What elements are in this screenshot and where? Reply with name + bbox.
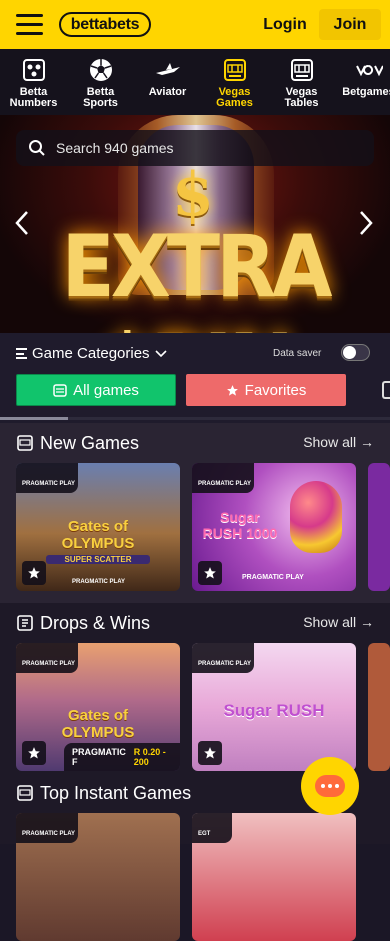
soccer-ball-icon	[87, 57, 115, 83]
search-icon	[29, 140, 45, 156]
provider-footer: PRAGMATIC PLAY	[72, 579, 126, 585]
show-all-link[interactable]: Show all →	[303, 434, 374, 450]
provider-footer: PRAGMATIC PLAY	[242, 574, 304, 581]
more-categories-icon[interactable]	[382, 381, 390, 399]
game-subtitle: SUPER SCATTER	[46, 555, 150, 564]
category-nav: Betta Numbers Betta Sports Aviator Vegas…	[0, 49, 390, 115]
favorite-star-icon[interactable]	[22, 561, 46, 585]
game-card[interactable]: PRAGMATIC PLAY Sugar RUSH	[192, 643, 356, 771]
provider-badge: PRAGMATIC PLAY	[16, 643, 78, 673]
nav-label: Betgames	[342, 86, 390, 98]
chevron-right-icon[interactable]	[358, 210, 374, 236]
game-title: Gates of OLYMPUS	[61, 518, 135, 552]
provider-badge: EGT	[192, 813, 232, 843]
section-title: New Games	[40, 432, 140, 453]
arrow-right-icon: →	[360, 434, 374, 450]
game-card[interactable]: PRAGMATIC PLAY Sugar RUSH 1000 PRAGMATIC…	[192, 463, 356, 591]
slot-machine-icon	[17, 785, 33, 801]
search-input[interactable]: Search 940 games	[16, 130, 374, 166]
favorite-star-icon[interactable]	[22, 741, 46, 765]
nav-label: Betta Sports	[83, 86, 118, 109]
nav-item-betta-sports[interactable]: Betta Sports	[67, 49, 134, 115]
chat-support-button[interactable]	[301, 757, 359, 815]
game-card[interactable]: PRAGMATIC PLAY	[16, 813, 180, 941]
arrow-right-icon: →	[360, 614, 374, 630]
game-categories-label: Game Categories	[32, 345, 150, 362]
section-header: New Games	[16, 423, 139, 463]
nav-label: Aviator	[148, 86, 187, 98]
toggle-knob	[343, 346, 356, 359]
provider-badge: PRAGMATIC PLAY	[16, 463, 78, 493]
star-icon	[226, 384, 238, 396]
section-title: Drops & Wins	[40, 612, 151, 633]
nav-item-betgames[interactable]: Betgames	[335, 49, 390, 115]
all-games-button[interactable]: All games	[16, 374, 176, 406]
chevron-down-icon	[154, 349, 167, 357]
game-card-peek[interactable]	[368, 463, 390, 591]
data-saver-toggle[interactable]	[341, 344, 370, 361]
chat-bubble-icon	[315, 775, 345, 797]
provider-badge: PRAGMATIC PLAY	[192, 463, 254, 493]
login-button[interactable]: Login	[259, 11, 311, 39]
provider-badge: PRAGMATIC PLAY	[16, 813, 78, 843]
favorite-star-icon[interactable]	[198, 561, 222, 585]
banner-title: EXTRA $PIN	[61, 218, 332, 333]
game-categories-dropdown[interactable]: Game Categories	[16, 345, 167, 362]
drops-wins-icon	[17, 615, 33, 631]
hamburger-menu-icon[interactable]	[16, 14, 43, 35]
new-games-section: New Games Show all → PRAGMATIC PLAY Gate…	[0, 423, 390, 603]
nav-item-aviator[interactable]: Aviator	[134, 49, 201, 115]
lottery-balls-icon	[20, 57, 48, 83]
nav-item-betta-numbers[interactable]: Betta Numbers	[0, 49, 67, 115]
airplane-icon	[154, 57, 182, 83]
data-saver-label: Data saver	[273, 348, 322, 359]
game-info-bar: PRAGMATIC F R 0.20 - 200	[64, 743, 180, 771]
scroll-thumb[interactable]	[0, 417, 68, 420]
candy-egg-art	[290, 481, 342, 553]
top-bar: bettabets Login Join	[0, 0, 390, 49]
nav-item-vegas-tables[interactable]: Vegas Tables	[268, 49, 335, 115]
list-icon	[16, 348, 27, 359]
game-card[interactable]: PRAGMATIC PLAY Gates of OLYMPUS SUPER SC…	[16, 463, 180, 591]
nav-label: Vegas Tables	[284, 86, 319, 109]
game-card[interactable]: PRAGMATIC PLAY Gates of OLYMPUS PRAGMATI…	[16, 643, 180, 771]
section-title: Top Instant Games	[40, 782, 192, 803]
favorite-star-icon[interactable]	[198, 741, 222, 765]
bettabets-logo[interactable]: bettabets	[59, 12, 151, 37]
betgames-logo-icon	[355, 57, 383, 83]
slot-machine-icon	[53, 383, 67, 397]
slot-machine-icon	[221, 57, 249, 83]
provider-footer: PRAGMATIC F	[72, 747, 126, 767]
section-header: Top Instant Games	[16, 773, 191, 813]
show-all-label: Show all	[303, 614, 357, 630]
game-title: Gates of OLYMPUS	[61, 707, 135, 741]
favorites-button[interactable]: Favorites	[186, 374, 346, 406]
nav-label: Vegas Games	[216, 86, 253, 109]
game-title: Sugar RUSH	[223, 701, 325, 720]
all-games-label: All games	[73, 381, 139, 399]
chevron-left-icon[interactable]	[14, 210, 30, 236]
game-card-peek[interactable]	[368, 643, 390, 771]
game-card[interactable]: EGT	[192, 813, 356, 941]
nav-label: Betta Numbers	[9, 86, 58, 109]
join-button[interactable]: Join	[319, 9, 381, 40]
nav-item-vegas-games[interactable]: Vegas Games	[201, 49, 268, 115]
category-bar: Game Categories Data saver All games Fav…	[0, 333, 390, 423]
slot-machine-icon	[288, 57, 316, 83]
provider-badge: PRAGMATIC PLAY	[192, 643, 254, 673]
section-header: Drops & Wins	[16, 603, 150, 643]
slot-machine-icon	[17, 435, 33, 451]
bet-range: R 0.20 - 200	[133, 747, 166, 767]
favorites-label: Favorites	[244, 381, 307, 399]
game-title: Sugar RUSH 1000	[202, 509, 278, 541]
drops-and-wins-section: Drops & Wins Show all → PRAGMATIC PLAY G…	[0, 603, 390, 773]
show-all-label: Show all	[303, 434, 357, 450]
show-all-link[interactable]: Show all →	[303, 614, 374, 630]
search-placeholder: Search 940 games	[56, 140, 174, 156]
